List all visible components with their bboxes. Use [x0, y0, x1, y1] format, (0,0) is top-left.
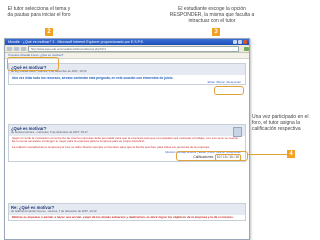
badge-step-4: 4 [287, 150, 295, 158]
back-icon[interactable] [7, 46, 12, 51]
go-icon[interactable] [244, 46, 249, 51]
avatar [233, 127, 242, 137]
window-title: Moodle : ¿Qué es motivar? 3 - Microsoft … [8, 40, 144, 44]
minimize-icon[interactable] [233, 40, 237, 44]
forward-icon[interactable] [14, 46, 19, 51]
highlight-reply-link [214, 86, 244, 95]
post-meta: de Andrea Carrera - miércoles, 5 de dici… [11, 130, 88, 134]
refresh-icon[interactable] [21, 46, 26, 51]
post-header: Re: ¿Qué es motivar? de Gabriel Armando … [9, 204, 245, 215]
highlight-grade [176, 151, 248, 161]
browser-toolbar: http://www.espe.edu.ec/moodle/mod/forum/… [5, 45, 249, 53]
callout-tutor-selects: El tutor selecciona el tema y da pautas … [7, 6, 71, 18]
highlight-topic-title [7, 57, 59, 71]
connector-line [248, 154, 288, 155]
post-body: Motivar es impulsar o alentar a hacer un… [12, 214, 234, 219]
maximize-icon[interactable] [238, 40, 242, 44]
close-icon[interactable] [243, 40, 247, 44]
callout-tutor-grades: Una vez participado en el foro, el tutor… [252, 114, 309, 132]
address-bar[interactable]: http://www.espe.edu.ec/moodle/mod/forum/… [28, 45, 239, 52]
callout-student-reply: El estudiante escoge la opción RESPONDER… [169, 6, 255, 24]
forum-post-reply-2: Re: ¿Qué es motivar? de Gabriel Armando … [8, 203, 246, 222]
window-controls [233, 40, 247, 44]
badge-step-2: 2 [45, 28, 53, 36]
post-header: ¿Qué es motivar? de Andrea Carrera - mié… [9, 125, 245, 137]
post-meta: de Gabriel Armando Cuervo - viernes, 7 d… [11, 209, 97, 213]
window-titlebar: Moodle : ¿Qué es motivar? 3 - Microsoft … [5, 39, 249, 45]
post-actions[interactable]: Editar | Borrar | Responder [9, 80, 245, 85]
badge-step-3: 3 [212, 28, 220, 36]
post-body: Según lo leído la motivación es la fuerz… [12, 135, 239, 144]
